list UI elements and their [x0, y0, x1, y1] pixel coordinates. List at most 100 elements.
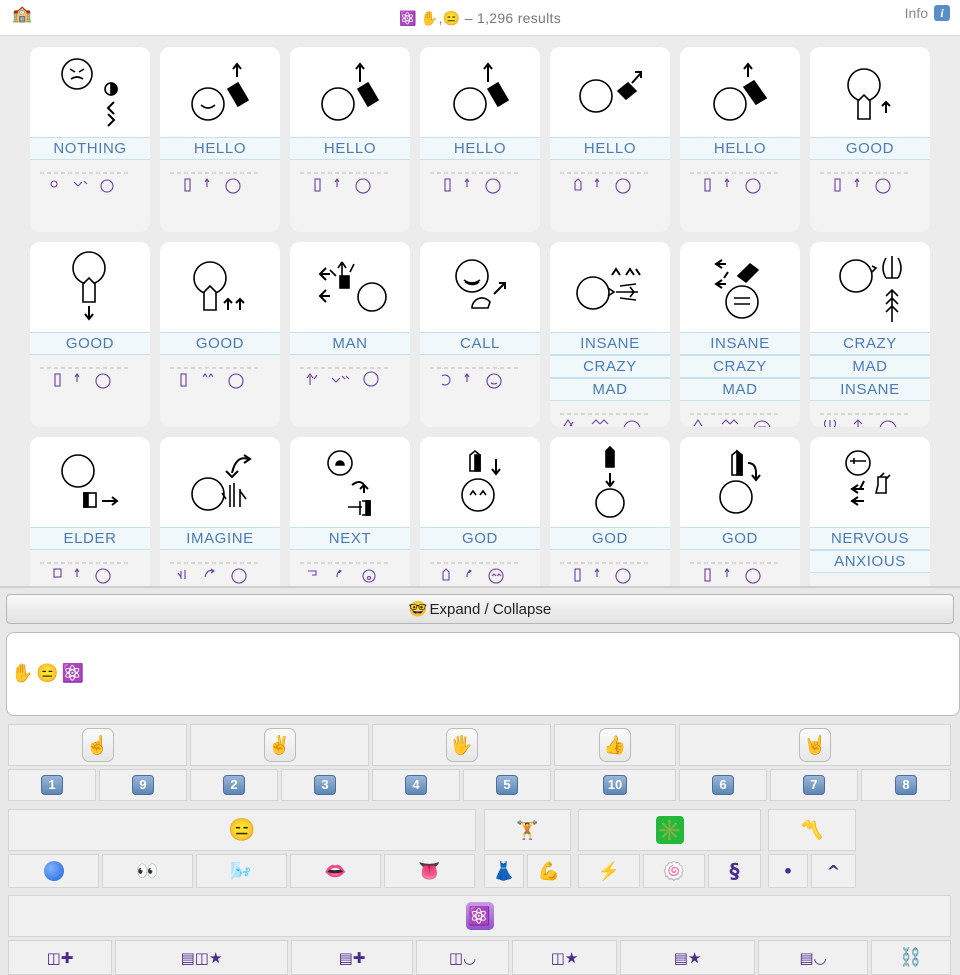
sign-card[interactable]: CALL [420, 242, 540, 427]
sign-card[interactable]: HELLO [420, 47, 540, 232]
gloss-label: NOTHING [30, 137, 150, 160]
atom-icon[interactable]: ⚛️ [62, 663, 84, 684]
gloss-label: MAD [550, 378, 670, 401]
key-tongue[interactable]: 👅 [384, 854, 475, 888]
key-chain[interactable]: ⛓️ [871, 940, 951, 975]
sign-card[interactable]: CRAZY MAD INSANE [810, 242, 930, 427]
key-arm[interactable]: 💪 [527, 854, 571, 888]
sign-image [810, 242, 930, 332]
key-sequence-7[interactable]: ▤◡ [758, 940, 868, 975]
info-link[interactable]: Info i [905, 5, 950, 21]
key-movement[interactable]: 🏋️ [484, 809, 571, 851]
key-index-finger[interactable]: ☝️ [8, 724, 187, 766]
number-label: 6 [712, 775, 734, 795]
sign-card[interactable]: GOD [420, 437, 540, 586]
key-number-5[interactable]: 5 [463, 769, 551, 801]
key-number-7[interactable]: 7 [770, 769, 858, 801]
key-thumbs-up[interactable]: 👍 [554, 724, 676, 766]
sign-card[interactable]: INSANE CRAZY MAD [550, 242, 670, 427]
key-number-4[interactable]: 4 [372, 769, 460, 801]
gloss-label: HELLO [420, 137, 540, 160]
key-eyes[interactable]: 👀 [102, 854, 193, 888]
sign-image [290, 47, 410, 137]
key-contact[interactable]: ⚡ [578, 854, 640, 888]
sequence-label: ▤★ [673, 948, 702, 967]
sign-card[interactable]: HELLO [680, 47, 800, 232]
sign-card[interactable]: ELDER [30, 437, 150, 586]
key-number-3[interactable]: 3 [281, 769, 369, 801]
sign-sequence [680, 559, 800, 586]
key-sequence-6[interactable]: ▤★ [620, 940, 755, 975]
sign-card[interactable]: GOOD [810, 47, 930, 232]
info-label[interactable]: Info [905, 5, 928, 21]
sign-card[interactable]: NERVOUS ANXIOUS [810, 437, 930, 586]
gloss-label: MAD [680, 378, 800, 401]
gloss-label: MAD [810, 355, 930, 378]
key-number-2[interactable]: 2 [190, 769, 278, 801]
key-face[interactable]: 😑 [8, 809, 476, 851]
sign-card[interactable]: MAN [290, 242, 410, 427]
sign-card[interactable]: HELLO [290, 47, 410, 232]
sign-card[interactable]: GOOD [160, 242, 280, 427]
key-caret[interactable]: ^ [811, 854, 856, 888]
key-body[interactable]: 👗 [484, 854, 524, 888]
gloss-label: NEXT [290, 527, 410, 550]
gloss-label: ELDER [30, 527, 150, 550]
expand-collapse-button[interactable]: 🤓 Expand / Collapse [6, 594, 954, 624]
sign-card[interactable]: GOD [680, 437, 800, 586]
key-sequence-1[interactable]: ◫✚ [8, 940, 112, 975]
key-horns-hand[interactable]: 🤘 [679, 724, 951, 766]
sign-sequence [160, 559, 280, 586]
key-dot[interactable]: • [768, 854, 808, 888]
sign-image [680, 242, 800, 332]
sign-card[interactable]: GOOD [30, 242, 150, 427]
sign-image [680, 437, 800, 527]
sign-image [290, 437, 410, 527]
key-breath[interactable]: 🌬️ [196, 854, 287, 888]
sign-image [550, 437, 670, 527]
sign-sequence [290, 169, 410, 199]
key-sequence-3[interactable]: ▤✚ [291, 940, 413, 975]
key-number-8[interactable]: 8 [861, 769, 951, 801]
sign-card[interactable]: NEXT [290, 437, 410, 586]
sign-card[interactable]: IMAGINE [160, 437, 280, 586]
sign-image [420, 437, 540, 527]
key-head-circle[interactable] [8, 854, 99, 888]
key-spiral[interactable]: 🍥 [643, 854, 705, 888]
sign-sequence [550, 410, 670, 427]
sign-card[interactable]: HELLO [160, 47, 280, 232]
key-number-9[interactable]: 9 [99, 769, 187, 801]
key-sequence-2[interactable]: ▤◫★ [115, 940, 288, 975]
expressionless-face-icon[interactable]: 😑 [36, 663, 58, 684]
sign-sequence [550, 169, 670, 199]
sign-card[interactable]: NOTHING [30, 47, 150, 232]
key-sequence-5[interactable]: ◫★ [512, 940, 617, 975]
sign-image [30, 47, 150, 137]
sign-editor[interactable]: ✋ 😑 ⚛️ [6, 632, 960, 716]
results-title: ⚛️ ✋,😑 – 1,296 results [398, 10, 562, 26]
sparkle-icon: ✳️ [655, 816, 684, 844]
number-label: 9 [132, 775, 154, 795]
part-alternation-icon: 〽️ [800, 819, 824, 840]
sign-card[interactable]: HELLO [550, 47, 670, 232]
key-dynamics[interactable]: ✳️ [578, 809, 761, 851]
hand-icon[interactable]: ✋ [11, 663, 33, 684]
blue-circle-icon [43, 861, 64, 881]
key-number-10[interactable]: 10 [554, 769, 676, 801]
key-number-1[interactable]: 1 [8, 769, 96, 801]
key-victory-hand[interactable]: ✌️ [190, 724, 369, 766]
spiral-icon: 🍥 [662, 860, 686, 881]
key-sequence-4[interactable]: ◫◡ [416, 940, 509, 975]
key-atom[interactable]: ⚛️ [8, 895, 951, 937]
number-label: 1 [41, 775, 63, 795]
key-punctuation[interactable]: 〽️ [768, 809, 856, 851]
sign-card[interactable]: INSANE CRAZY MAD [680, 242, 800, 427]
info-icon[interactable]: i [934, 5, 950, 21]
key-mouth[interactable]: 👄 [290, 854, 381, 888]
gloss-label: CRAZY [550, 355, 670, 378]
gloss-label: GOOD [30, 332, 150, 355]
sign-card[interactable]: GOD [550, 437, 670, 586]
key-section[interactable]: § [708, 854, 761, 888]
key-open-hand[interactable]: 🖐️ [372, 724, 551, 766]
key-number-6[interactable]: 6 [679, 769, 767, 801]
